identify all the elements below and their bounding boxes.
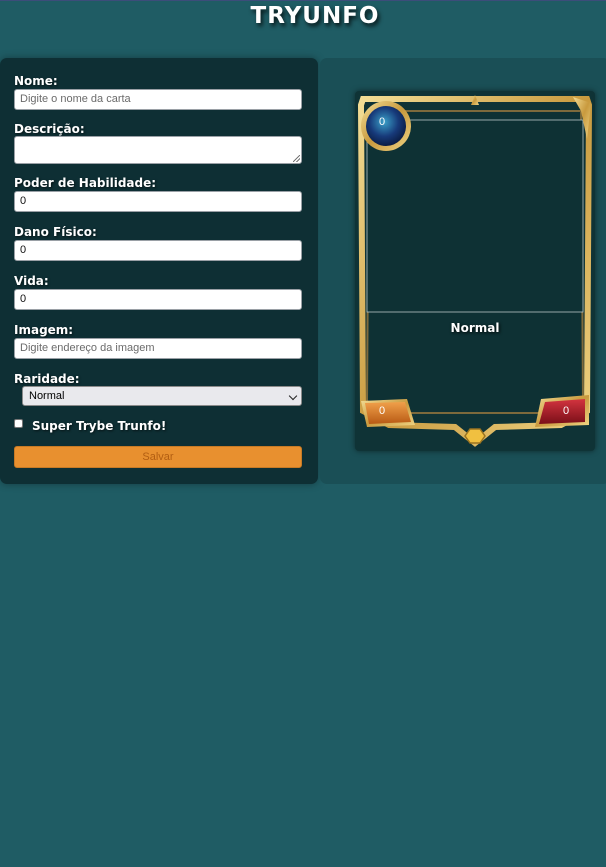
card-frame	[357, 95, 593, 447]
name-label: Nome:	[14, 74, 58, 88]
life-input[interactable]: 0	[14, 289, 302, 310]
super-trunfo-checkbox[interactable]	[14, 419, 23, 428]
super-trunfo-label: Super Trybe Trunfo!	[32, 419, 167, 433]
app-title: TRYUNFO	[250, 3, 380, 29]
save-button[interactable]: Salvar	[14, 446, 302, 468]
name-input[interactable]: Digite o nome da carta	[14, 89, 302, 110]
ability-power-label: Poder de Habilidade:	[14, 176, 157, 190]
rarity-select[interactable]: Normal	[22, 386, 302, 406]
physical-damage-input[interactable]: 0	[14, 240, 302, 261]
card-image-area	[366, 119, 584, 313]
physical-damage-value: 0	[378, 405, 386, 417]
image-input[interactable]: Digite endereço da imagem	[14, 338, 302, 359]
rarity-selected-value: Normal	[29, 390, 65, 402]
description-textarea[interactable]	[14, 136, 302, 164]
life-label: Vida:	[14, 274, 49, 288]
ability-power-input[interactable]: 0	[14, 191, 302, 212]
resize-grip-icon[interactable]	[293, 155, 300, 162]
image-label: Imagem:	[14, 323, 74, 337]
rarity-label: Raridade:	[14, 372, 80, 386]
chevron-down-icon	[288, 391, 298, 401]
card-preview: 0 Normal 0 0	[355, 91, 595, 451]
description-label: Descrição:	[14, 122, 85, 136]
card-name: Normal	[450, 321, 500, 335]
ability-power-value: 0	[378, 116, 386, 128]
bottom-gem-icon	[464, 428, 486, 444]
top-border-line	[0, 0, 606, 1]
life-value: 0	[562, 405, 570, 417]
physical-damage-label: Dano Físico:	[14, 225, 97, 239]
